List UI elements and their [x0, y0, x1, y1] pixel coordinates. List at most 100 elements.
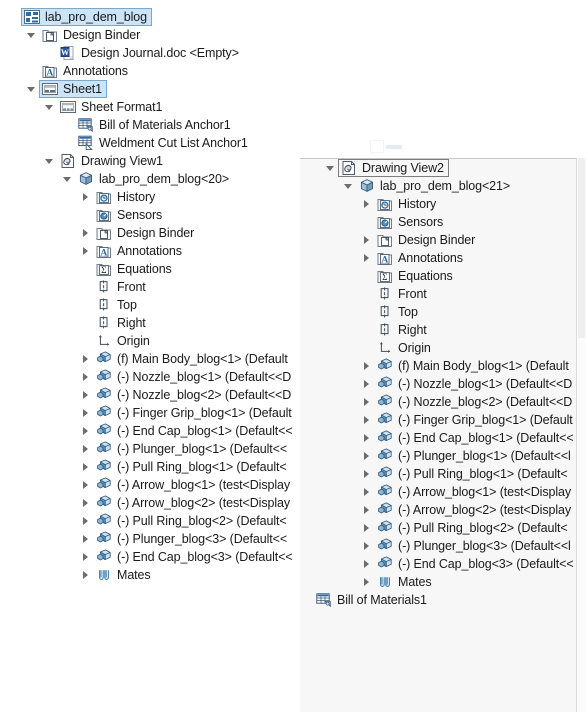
- expand-toggle-icon[interactable]: [79, 350, 91, 368]
- tree-node-content: (-) Pull Ring_blog<2> (Default<: [377, 519, 568, 537]
- scrollbar-thumb[interactable]: [578, 158, 585, 338]
- expand-toggle-icon[interactable]: [360, 537, 372, 555]
- plane-icon: [377, 286, 393, 302]
- tree-node-label: Origin: [117, 334, 150, 348]
- part-component-icon: [377, 502, 393, 518]
- tree-node-content: Σ Equations: [96, 260, 172, 278]
- expand-toggle-icon[interactable]: [79, 404, 91, 422]
- annotations-folder-icon: A: [377, 250, 393, 266]
- tree-node-content: A Annotations: [42, 62, 128, 80]
- tree-node-label: (-) End Cap_blog<1> (Default<<: [117, 424, 293, 438]
- expand-toggle-icon[interactable]: [79, 566, 91, 584]
- expand-toggle-icon[interactable]: [79, 224, 91, 242]
- tree-node-label: (-) End Cap_blog<3> (Default<<: [117, 550, 293, 564]
- tree-node-label: Weldment Cut List Anchor1: [99, 136, 248, 150]
- expand-toggle-icon[interactable]: [79, 476, 91, 494]
- tree-node-label: Bill of Materials Anchor1: [99, 118, 231, 132]
- part-component-icon: [377, 520, 393, 536]
- expand-toggle-icon[interactable]: [360, 249, 372, 267]
- expand-toggle-icon[interactable]: [360, 501, 372, 519]
- expand-toggle-icon[interactable]: [79, 512, 91, 530]
- plane-icon: [377, 304, 393, 320]
- tree-node-content: Mates: [96, 566, 151, 584]
- collapse-toggle-icon[interactable]: [43, 152, 55, 170]
- left-tree-nodes-container: lab_pro_dem_blog Design Binder W Design …: [0, 0, 300, 712]
- part-component-icon: [96, 531, 112, 547]
- tree-node-content: (-) End Cap_blog<3> (Default<<: [377, 555, 574, 573]
- part-component-icon: [377, 448, 393, 464]
- tree-node-label: Drawing View1: [81, 154, 163, 168]
- plane-icon: [377, 322, 393, 338]
- expand-toggle-icon[interactable]: [79, 548, 91, 566]
- tree-node-label: (-) Arrow_blog<2> (test<Display: [117, 496, 291, 510]
- tree-node-content: History: [96, 188, 155, 206]
- expand-toggle-icon[interactable]: [360, 447, 372, 465]
- expand-toggle-icon[interactable]: [79, 242, 91, 260]
- tree-node-label: (-) Plunger_blog<1> (Default<<l: [398, 449, 571, 463]
- left-feature-tree-panel[interactable]: lab_pro_dem_blog Design Binder W Design …: [0, 0, 300, 712]
- tree-node-content: Sheet1: [42, 80, 102, 98]
- sensors-folder-icon: [377, 214, 393, 230]
- tree-node-label: Drawing View2: [362, 161, 444, 175]
- expand-toggle-icon[interactable]: [79, 530, 91, 548]
- expand-toggle-icon[interactable]: [360, 375, 372, 393]
- tree-node-content: Sheet Format1: [60, 98, 162, 116]
- drawing-view-icon: [60, 153, 76, 169]
- tree-node-label: (-) Pull Ring_blog<2> (Default<: [117, 514, 287, 528]
- expand-toggle-icon[interactable]: [360, 573, 372, 591]
- expand-toggle-icon[interactable]: [360, 231, 372, 249]
- right-feature-tree-panel[interactable]: Drawing View2 lab_pro_dem_blog<21> Histo…: [300, 158, 586, 712]
- tree-node-content: (-) Finger Grip_blog<1> (Default: [377, 411, 573, 429]
- collapse-toggle-icon[interactable]: [25, 26, 37, 44]
- tree-node-content: Top: [96, 296, 137, 314]
- tree-node-label: Mates: [398, 575, 432, 589]
- tree-node-label: (-) Arrow_blog<2> (test<Display: [398, 503, 572, 517]
- drawing-view-icon: [341, 160, 357, 176]
- design-binder-folder-icon: [42, 27, 58, 43]
- vertical-scrollbar[interactable]: [576, 158, 586, 712]
- expand-toggle-icon[interactable]: [360, 195, 372, 213]
- collapse-toggle-icon[interactable]: [324, 159, 336, 177]
- expand-toggle-icon[interactable]: [360, 357, 372, 375]
- part-component-icon: [96, 369, 112, 385]
- part-component-icon: [377, 394, 393, 410]
- expand-toggle-icon[interactable]: [360, 519, 372, 537]
- expand-toggle-icon[interactable]: [360, 555, 372, 573]
- partial-clipped-row-above: [352, 138, 472, 153]
- expand-toggle-icon[interactable]: [360, 429, 372, 447]
- part-component-icon: [96, 513, 112, 529]
- tree-node-content: (-) Arrow_blog<1> (test<Display: [96, 476, 290, 494]
- tree-node-label: (-) Nozzle_blog<1> (Default<<D: [117, 370, 292, 384]
- tree-node-label: Equations: [117, 262, 172, 276]
- collapse-toggle-icon[interactable]: [61, 170, 73, 188]
- expand-toggle-icon[interactable]: [360, 393, 372, 411]
- tree-node-content: Right: [377, 321, 427, 339]
- tree-node-content: Front: [96, 278, 146, 296]
- collapse-toggle-icon[interactable]: [342, 177, 354, 195]
- expand-toggle-icon[interactable]: [360, 483, 372, 501]
- tree-node-content: Design Binder: [377, 231, 475, 249]
- expand-toggle-icon[interactable]: [79, 422, 91, 440]
- tree-node-content: Origin: [96, 332, 150, 350]
- expand-toggle-icon[interactable]: [79, 368, 91, 386]
- tree-node-label: Design Binder: [398, 233, 476, 247]
- part-component-icon: [377, 466, 393, 482]
- expand-toggle-icon[interactable]: [79, 440, 91, 458]
- tree-node-content: (-) Nozzle_blog<2> (Default<<D: [96, 386, 291, 404]
- history-folder-icon: [96, 189, 112, 205]
- expand-toggle-icon[interactable]: [360, 465, 372, 483]
- tree-node-content: (-) End Cap_blog<1> (Default<<: [377, 429, 574, 447]
- collapse-toggle-icon[interactable]: [25, 80, 37, 98]
- expand-toggle-icon[interactable]: [360, 411, 372, 429]
- tree-node-content: Design Binder: [96, 224, 194, 242]
- tree-node-label: Top: [117, 298, 137, 312]
- svg-text:Σ: Σ: [382, 272, 387, 282]
- collapse-toggle-icon[interactable]: [43, 98, 55, 116]
- expand-toggle-icon[interactable]: [79, 494, 91, 512]
- expand-toggle-icon[interactable]: [79, 188, 91, 206]
- expand-toggle-icon[interactable]: [79, 386, 91, 404]
- word-document-icon: W: [60, 45, 76, 61]
- tree-node-content: (-) Arrow_blog<2> (test<Display: [96, 494, 290, 512]
- bom-anchor-icon: [316, 592, 332, 608]
- expand-toggle-icon[interactable]: [79, 458, 91, 476]
